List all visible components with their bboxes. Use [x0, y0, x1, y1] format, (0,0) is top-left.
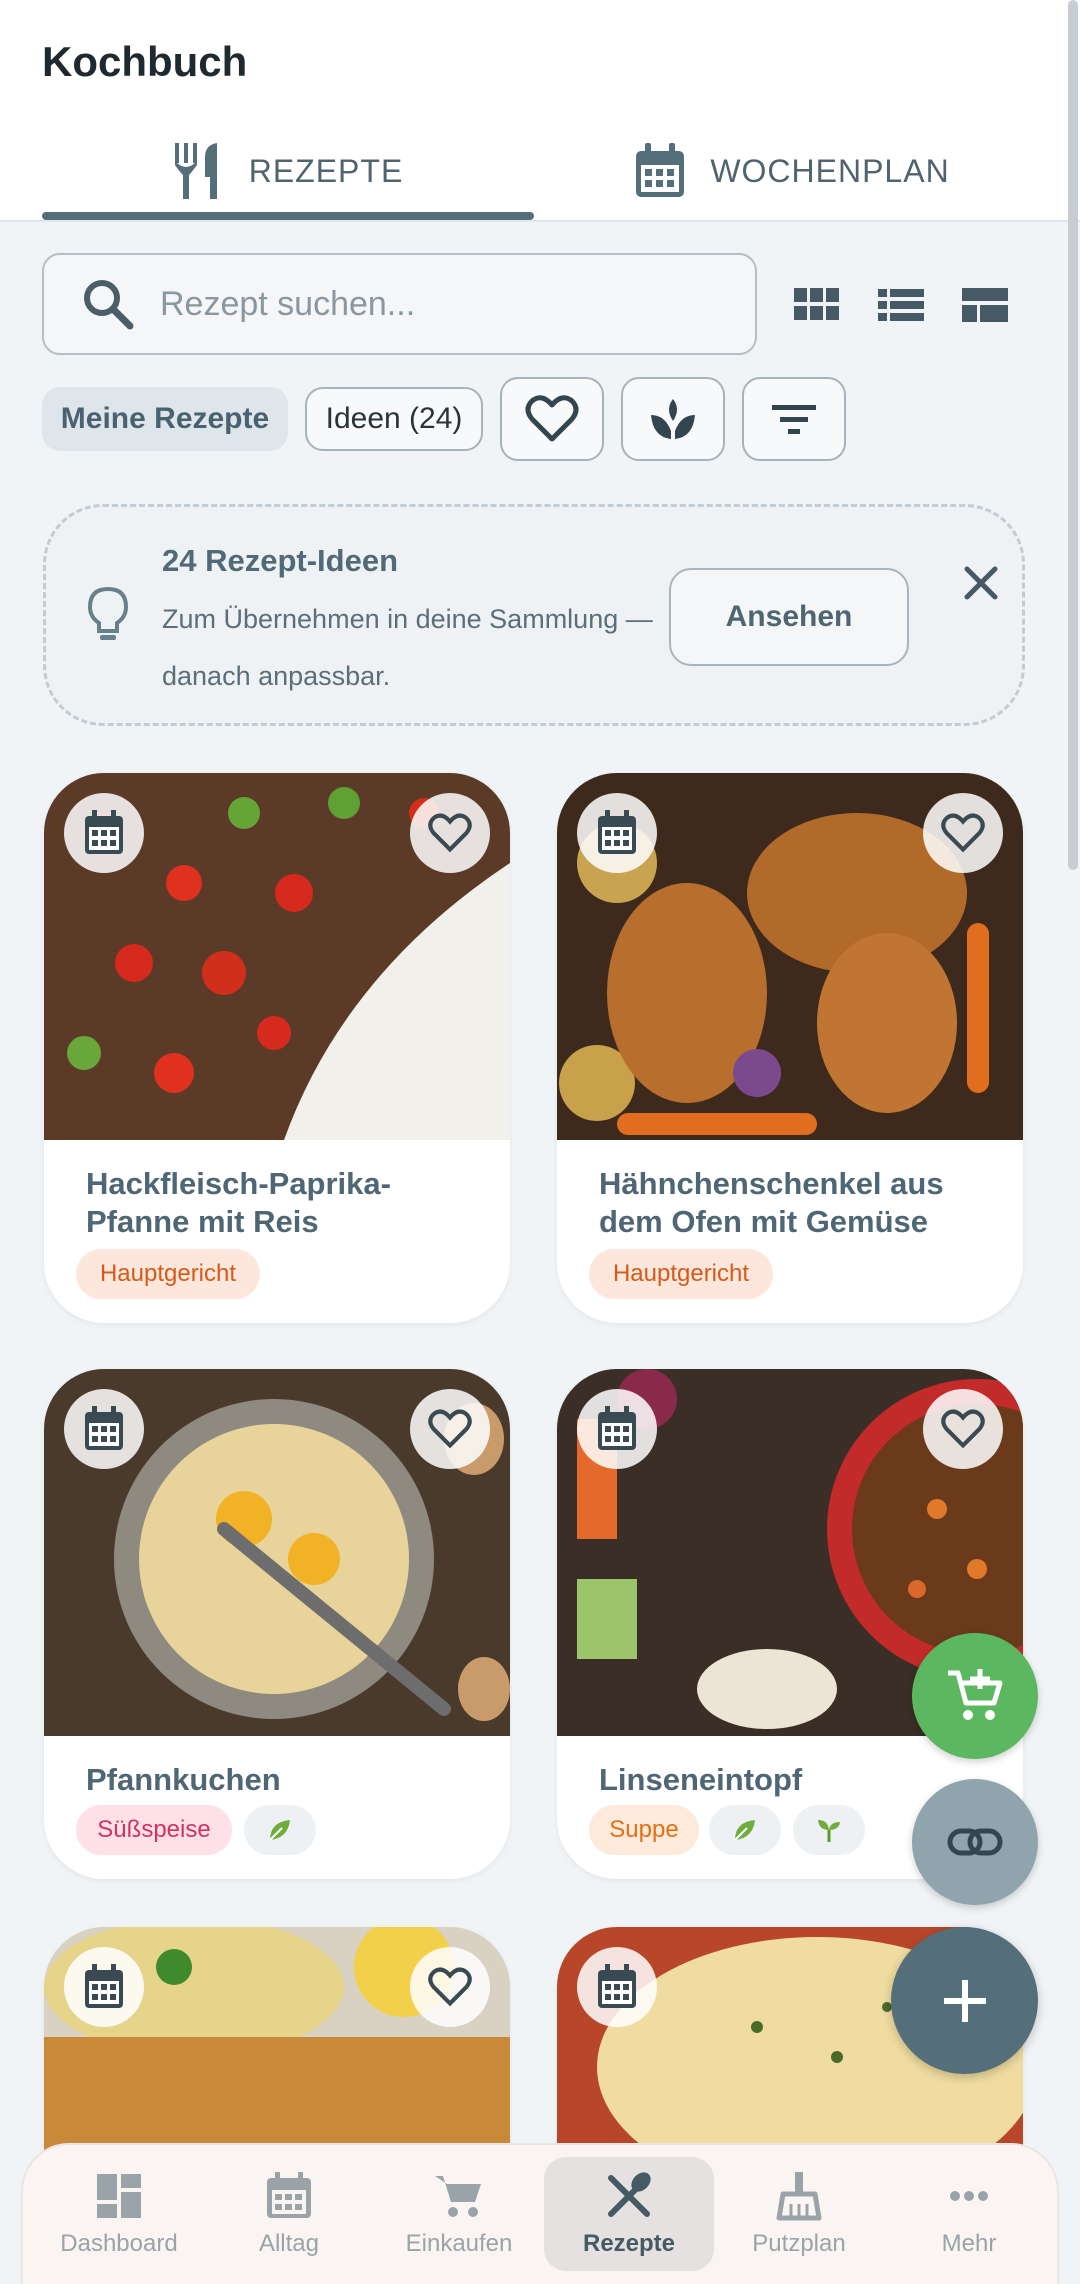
sprout-icon: [651, 399, 695, 439]
heart-icon: [428, 1409, 472, 1449]
calendar-icon: [598, 1406, 636, 1450]
nav-alltag-label: Alltag: [258, 2230, 320, 2257]
vegetarian-tag: [244, 1805, 316, 1855]
add-to-plan-button[interactable]: [64, 1389, 144, 1469]
search-box[interactable]: [42, 253, 757, 355]
favorite-button[interactable]: [923, 793, 1003, 873]
calendar-icon: [598, 1964, 636, 2008]
add-cart-icon: [948, 1669, 1003, 1720]
search-icon: [84, 280, 134, 330]
nav-rezepte[interactable]: Rezepte: [544, 2157, 714, 2271]
add-to-plan-button[interactable]: [64, 793, 144, 873]
lightbulb-icon: [87, 586, 129, 640]
vegan-tag: [793, 1805, 865, 1855]
nav-mehr[interactable]: Mehr: [884, 2157, 1054, 2271]
favorite-button[interactable]: [410, 1389, 490, 1469]
recipe-image: [44, 1369, 510, 1736]
tab-rezepte[interactable]: REZEPTE: [42, 125, 534, 217]
more-icon: [950, 2191, 988, 2201]
nav-einkaufen-label: Einkaufen: [405, 2230, 513, 2257]
nav-putzplan[interactable]: Putzplan: [714, 2157, 884, 2271]
chip-ideen[interactable]: Ideen (24): [305, 387, 483, 451]
favorites-filter-chip[interactable]: [500, 377, 604, 461]
heart-icon: [428, 1967, 472, 2007]
heart-icon: [525, 395, 579, 442]
recipe-image: [44, 773, 510, 1140]
sprout-icon: [818, 1820, 840, 1842]
add-to-shopping-list-button[interactable]: [912, 1633, 1038, 1759]
favorite-button[interactable]: [410, 1947, 490, 2027]
scrollbar[interactable]: [1068, 0, 1078, 870]
category-tag: Hauptgericht: [589, 1249, 773, 1299]
add-to-plan-button[interactable]: [64, 1947, 144, 2027]
bottom-navigation: Dashboard Alltag Einkaufen Rezepte Putzp…: [21, 2143, 1059, 2284]
calendar-icon: [598, 810, 636, 854]
tab-wochenplan-label: WOCHENPLAN: [710, 152, 950, 189]
plus-icon: [943, 1979, 986, 2022]
ideas-banner: 24 Rezept-Ideen Zum Übernehmen in deine …: [43, 504, 1025, 726]
heart-icon: [428, 813, 472, 853]
grid-view-icon[interactable]: [792, 280, 842, 330]
heart-icon: [941, 1409, 985, 1449]
recipe-title: Hackfleisch-Paprika-Pfanne mit Reis: [86, 1166, 391, 1239]
category-tag: Suppe: [589, 1805, 699, 1855]
favorite-button[interactable]: [923, 1389, 1003, 1469]
heart-icon: [941, 813, 985, 853]
nav-putzplan-label: Putzplan: [752, 2230, 846, 2257]
calendar-icon: [85, 1964, 123, 2008]
sort-filter-chip[interactable]: [742, 377, 846, 461]
list-view-icon[interactable]: [876, 280, 926, 330]
top-app-bar: Kochbuch REZEPTE WOCHENPLAN: [0, 0, 1080, 222]
chip-meine-rezepte[interactable]: Meine Rezepte: [42, 387, 288, 451]
search-input[interactable]: [160, 284, 720, 324]
calendar-icon: [85, 1406, 123, 1450]
link-icon: [947, 1828, 1003, 1856]
recipe-card[interactable]: Hackfleisch-Paprika-Pfanne mit Reis Haup…: [44, 773, 510, 1323]
recipe-title: Hähnchenschenkel aus dem Ofen mit Gemüse: [599, 1166, 944, 1239]
view-ideas-button[interactable]: Ansehen: [669, 568, 909, 666]
nav-rezepte-label: Rezepte: [582, 2230, 676, 2257]
nav-alltag[interactable]: Alltag: [204, 2157, 374, 2271]
recipe-card[interactable]: Hähnchenschenkel aus dem Ofen mit Gemüse…: [557, 773, 1023, 1323]
vegetarian-tag: [709, 1805, 781, 1855]
recipe-title: Pfannkuchen: [86, 1762, 281, 1797]
add-to-plan-button[interactable]: [577, 1389, 657, 1469]
category-tag: Hauptgericht: [76, 1249, 260, 1299]
cart-icon: [435, 2176, 481, 2217]
cutlery-icon: [174, 143, 217, 199]
cutlery-icon: [608, 2172, 651, 2217]
add-recipe-button[interactable]: [891, 1927, 1038, 2074]
recipe-card[interactable]: Pfannkuchen Süßspeise: [44, 1369, 510, 1879]
active-tab-indicator: [42, 212, 534, 220]
nav-dashboard-label: Dashboard: [60, 2230, 178, 2257]
app-title: Kochbuch: [42, 38, 248, 85]
leaf-icon: [734, 1820, 755, 1841]
banner-text: Zum Übernehmen in deine Sammlung — danac…: [162, 604, 653, 691]
calendar-icon: [636, 143, 685, 197]
broom-icon: [776, 2172, 822, 2221]
favorite-button[interactable]: [410, 793, 490, 873]
tab-wochenplan[interactable]: WOCHENPLAN: [546, 125, 1038, 217]
calendar-icon: [267, 2172, 311, 2218]
category-tag: Süßspeise: [76, 1805, 232, 1855]
add-to-plan-button[interactable]: [577, 793, 657, 873]
import-link-button[interactable]: [912, 1779, 1038, 1905]
add-to-plan-button[interactable]: [577, 1947, 657, 2027]
nav-dashboard[interactable]: Dashboard: [34, 2157, 204, 2271]
leaf-icon: [269, 1820, 290, 1841]
banner-title: 24 Rezept-Ideen: [162, 543, 399, 578]
nav-mehr-label: Mehr: [941, 2230, 997, 2257]
tab-rezepte-label: REZEPTE: [248, 152, 404, 189]
vegetarian-filter-chip[interactable]: [621, 377, 725, 461]
nav-einkaufen[interactable]: Einkaufen: [374, 2157, 544, 2271]
calendar-icon: [85, 810, 123, 854]
close-icon[interactable]: [951, 553, 1011, 613]
dashboard-icon: [97, 2174, 141, 2218]
filter-icon: [772, 405, 816, 434]
compact-view-icon[interactable]: [960, 280, 1010, 330]
recipe-image: [557, 773, 1023, 1140]
